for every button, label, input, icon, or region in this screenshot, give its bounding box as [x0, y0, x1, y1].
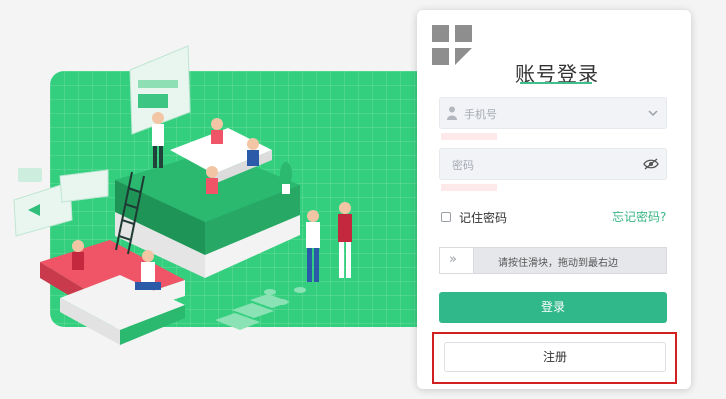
remember-label[interactable]: 记住密码: [459, 209, 507, 226]
person-sitting-2: [247, 138, 259, 166]
qr-code-icon[interactable]: [432, 25, 474, 67]
login-button[interactable]: 登录: [439, 292, 667, 323]
eye-off-icon[interactable]: [643, 158, 659, 170]
login-card: 账号登录 手机号 密码 记住密码 忘记密码? » 请按住滑块，拖动到最右边 登录…: [417, 10, 691, 389]
phone-placeholder: 手机号: [464, 108, 497, 121]
person-standing-presenter: [152, 112, 164, 168]
person-sitting-1: [211, 118, 223, 144]
chevron-down-icon[interactable]: [648, 109, 658, 117]
phone-field[interactable]: 手机号: [439, 97, 667, 129]
person-handshake-right: [338, 202, 352, 278]
person-left-reading: [72, 240, 84, 270]
slider-captcha[interactable]: » 请按住滑块，拖动到最右边: [439, 247, 667, 274]
password-field[interactable]: 密码: [439, 148, 667, 180]
password-error-bar: [441, 184, 497, 191]
password-placeholder: 密码: [452, 159, 474, 172]
login-page: 账号登录 手机号 密码 记住密码 忘记密码? » 请按住滑块，拖动到最右边 登录…: [0, 0, 726, 399]
user-icon: [447, 106, 457, 120]
register-button[interactable]: 注册: [444, 342, 666, 372]
slider-handle[interactable]: »: [440, 248, 474, 273]
person-handshake-left: [306, 210, 320, 282]
slider-instruction: 请按住滑块，拖动到最右边: [498, 258, 618, 269]
double-chevron-right-icon: »: [449, 252, 457, 267]
forgot-password-link[interactable]: 忘记密码?: [612, 208, 666, 225]
person-sitting-3: [206, 166, 218, 194]
floating-screen-left: [13, 168, 109, 237]
remember-checkbox[interactable]: [441, 212, 451, 222]
floating-steps: [215, 294, 290, 330]
title-underline: [520, 82, 592, 84]
phone-error-bar: [441, 133, 497, 140]
